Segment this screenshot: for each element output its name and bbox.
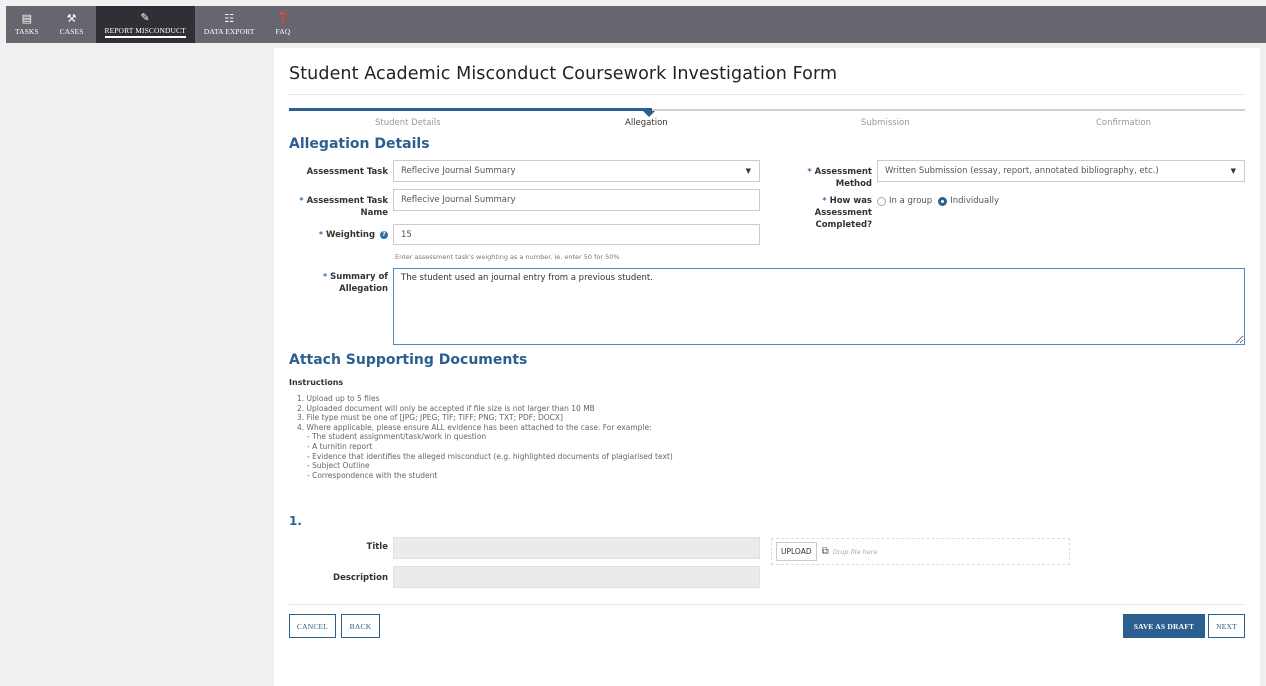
nav-item-tasks[interactable]: ▤ TASKS (6, 6, 48, 43)
required-marker: * (318, 230, 324, 239)
instructions-title: Instructions (289, 378, 344, 387)
nav-item-cases[interactable]: ⚒ CASES (48, 6, 96, 43)
file-drop-icon: ⧉ (821, 546, 829, 557)
form-panel: Student Academic Misconduct Coursework I… (274, 48, 1260, 686)
step-confirmation[interactable]: Confirmation (1096, 118, 1151, 128)
progress-stepper: Student Details Allegation Submission Co… (289, 108, 1245, 130)
required-marker: * (299, 196, 304, 205)
attach-documents-heading: Attach Supporting Documents (289, 352, 528, 368)
assessment-task-label: Assessment Task (289, 166, 388, 178)
instructions-list: 1. Upload up to 5 files 2. Uploaded docu… (297, 394, 673, 480)
help-icon: ❓ (276, 12, 290, 25)
label-text: Summary of Allegation (330, 272, 388, 294)
step-student-details[interactable]: Student Details (375, 118, 441, 128)
radio-in-a-group[interactable]: In a group (877, 196, 932, 206)
input-value: 15 (401, 229, 412, 240)
help-icon[interactable]: ? (380, 230, 388, 239)
divider (289, 94, 1245, 95)
select-value: Reflecive Journal Summary (401, 166, 516, 176)
assessment-method-select[interactable]: Written Submission (essay, report, annot… (877, 160, 1245, 182)
example-item: - The student assignment/task/work in qu… (307, 432, 487, 442)
instruction-item: 4. Where applicable, please ensure ALL e… (297, 422, 652, 432)
required-marker: * (822, 196, 827, 205)
label-text: Title (366, 542, 388, 552)
assessment-task-name-input[interactable]: Reflecive Journal Summary (393, 189, 760, 211)
summary-textarea[interactable]: The student used an journal entry from a… (393, 268, 1245, 345)
radio-individually[interactable]: Individually (938, 196, 999, 206)
input-value: Reflecive Journal Summary (401, 195, 516, 205)
example-item: - Subject Outline (307, 461, 370, 471)
example-item: - Correspondence with the student (307, 470, 438, 480)
stepper-progress (289, 108, 652, 111)
back-button[interactable]: BACK (341, 614, 380, 638)
example-item: - A turnitin report (307, 441, 373, 451)
save-as-draft-button[interactable]: SAVE AS DRAFT (1123, 614, 1205, 638)
nav-item-label: TASKS (15, 27, 39, 36)
attachment-description-input[interactable] (393, 566, 760, 588)
attachment-title-input[interactable] (393, 537, 760, 559)
current-step-marker (643, 111, 655, 117)
assessment-task-select[interactable]: Reflecive Journal Summary ▼ (393, 160, 760, 182)
instruction-item: 3. File type must be one of [JPG; JPEG; … (297, 413, 563, 423)
next-button[interactable]: NEXT (1208, 614, 1245, 638)
divider (289, 604, 1245, 605)
weighting-input[interactable]: 15 (393, 224, 760, 245)
weighting-label: * Weighting ? (289, 229, 388, 241)
top-navigation: ▤ TASKS ⚒ CASES ✎ REPORT MISCONDUCT ☷ DA… (6, 6, 1266, 43)
gavel-icon: ⚒ (66, 12, 77, 25)
caret-down-icon: ▼ (745, 167, 751, 175)
label-text: Assessment Task (306, 167, 388, 177)
drop-file-text: Drop file here (832, 547, 878, 556)
nav-item-label: FAQ (275, 27, 291, 36)
select-value: Written Submission (essay, report, annot… (885, 166, 1159, 176)
required-marker: * (807, 167, 812, 176)
edit-icon: ✎ (140, 10, 150, 24)
example-item: - Evidence that identifies the alleged m… (307, 451, 673, 461)
nav-item-label: DATA EXPORT (203, 27, 255, 36)
step-allegation[interactable]: Allegation (625, 118, 668, 128)
radio-checked-icon (938, 196, 948, 206)
radio-label: In a group (889, 196, 933, 206)
assessment-method-label: * Assessment Method (794, 166, 872, 190)
nav-item-data-export[interactable]: ☷ DATA EXPORT (195, 6, 264, 43)
caret-down-icon: ▼ (1230, 167, 1236, 175)
title-label: Title (289, 541, 388, 553)
tasks-icon: ▤ (21, 12, 33, 25)
step-submission[interactable]: Submission (861, 118, 910, 128)
nav-item-faq[interactable]: ❓ FAQ (264, 6, 303, 43)
radio-label: Individually (950, 196, 999, 206)
label-text: Weighting (326, 230, 376, 240)
nav-item-report-misconduct[interactable]: ✎ REPORT MISCONDUCT (95, 6, 195, 43)
label-text: Assessment Task Name (306, 196, 388, 218)
instruction-item: 1. Upload up to 5 files (297, 394, 380, 403)
instruction-item: 2. Uploaded document will only be accept… (297, 403, 595, 413)
completion-label: * How was Assessment Completed? (804, 195, 872, 231)
export-icon: ☷ (224, 12, 235, 25)
allegation-details-heading: Allegation Details (289, 136, 430, 152)
summary-label: * Summary of Allegation (289, 271, 388, 295)
nav-item-label: REPORT MISCONDUCT (104, 26, 186, 38)
completion-radio-group: In a group Individually (877, 196, 1005, 206)
label-text: Assessment Method (814, 167, 872, 189)
page-title: Student Academic Misconduct Coursework I… (289, 64, 838, 84)
radio-unchecked-icon (877, 196, 886, 206)
assessment-task-name-label: * Assessment Task Name (289, 195, 388, 219)
upload-button[interactable]: UPLOAD (776, 542, 817, 561)
label-text: Description (333, 573, 388, 583)
nav-item-label: CASES (59, 27, 84, 36)
attachment-number: 1. (289, 514, 302, 528)
description-label: Description (289, 572, 388, 584)
weighting-hint: Enter assessment task's weighting as a n… (395, 253, 620, 261)
file-drop-zone[interactable]: UPLOAD ⧉ Drop file here (771, 538, 1070, 565)
cancel-button[interactable]: CANCEL (289, 614, 336, 638)
required-marker: * (322, 272, 328, 281)
